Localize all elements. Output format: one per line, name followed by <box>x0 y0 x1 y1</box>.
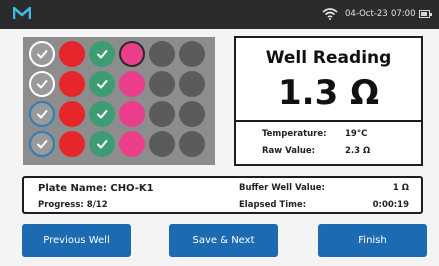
save-next-button[interactable]: Save & Next <box>169 224 278 257</box>
status-time: 07:00 <box>391 9 416 19</box>
well-reading-value: 1.3 Ω <box>278 73 379 113</box>
raw-value: 2.3 Ω <box>345 146 371 156</box>
well-D3[interactable] <box>89 131 115 157</box>
progress: Progress: 8/12 <box>38 200 108 210</box>
well-B5[interactable] <box>149 71 175 97</box>
well-A3[interactable] <box>89 41 115 67</box>
well-A4[interactable] <box>119 41 145 67</box>
previous-well-button[interactable]: Previous Well <box>22 224 131 257</box>
temperature-label: Temperature: <box>262 129 327 139</box>
divider <box>236 120 421 122</box>
well-B6[interactable] <box>179 71 205 97</box>
well-C3[interactable] <box>89 101 115 127</box>
buffer-well-value: 1 Ω <box>392 183 409 193</box>
well-C6[interactable] <box>179 101 205 127</box>
check-icon <box>95 137 109 151</box>
well-reading-panel: Well Reading 1.3 Ω Temperature: 19°C Raw… <box>234 36 423 166</box>
status-date: 04-Oct-23 <box>345 9 388 19</box>
well-C2[interactable] <box>59 101 85 127</box>
temperature-value: 19°C <box>345 129 368 139</box>
raw-value-label: Raw Value: <box>262 146 316 156</box>
well-C4[interactable] <box>119 101 145 127</box>
well-A5[interactable] <box>149 41 175 67</box>
check-icon <box>35 77 49 91</box>
buffer-well-label: Buffer Well Value: <box>239 183 325 193</box>
well-C5[interactable] <box>149 101 175 127</box>
check-icon <box>35 137 49 151</box>
battery-icon <box>419 10 432 18</box>
check-icon <box>95 77 109 91</box>
elapsed-time-value: 0:00:19 <box>372 200 409 210</box>
well-C1[interactable] <box>29 101 55 127</box>
well-D2[interactable] <box>59 131 85 157</box>
well-D1[interactable] <box>29 131 55 157</box>
logo-icon <box>13 7 31 19</box>
wifi-icon <box>322 8 338 20</box>
well-B1[interactable] <box>29 71 55 97</box>
well-B2[interactable] <box>59 71 85 97</box>
well-A2[interactable] <box>59 41 85 67</box>
elapsed-time-label: Elapsed Time: <box>239 200 307 210</box>
plate-info-panel: Plate Name: CHO-K1 Progress: 8/12 Buffer… <box>22 176 423 214</box>
check-icon <box>35 47 49 61</box>
well-reading-title: Well Reading <box>265 48 392 68</box>
well-A1[interactable] <box>29 41 55 67</box>
check-icon <box>35 107 49 121</box>
well-D6[interactable] <box>179 131 205 157</box>
well-D4[interactable] <box>119 131 145 157</box>
well-A6[interactable] <box>179 41 205 67</box>
finish-button[interactable]: Finish <box>318 224 427 257</box>
well-B3[interactable] <box>89 71 115 97</box>
well-D5[interactable] <box>149 131 175 157</box>
check-icon <box>95 47 109 61</box>
well-plate <box>23 37 215 165</box>
status-bar: 04-Oct-23 07:00 <box>0 0 439 29</box>
check-icon <box>95 107 109 121</box>
plate-name: Plate Name: CHO-K1 <box>38 183 154 194</box>
well-B4[interactable] <box>119 71 145 97</box>
